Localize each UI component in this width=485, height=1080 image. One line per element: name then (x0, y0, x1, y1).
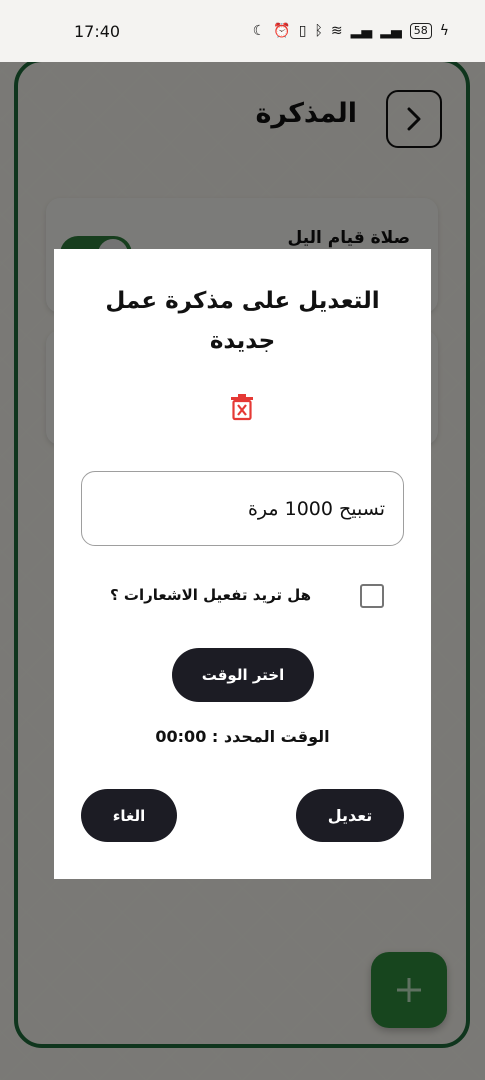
selected-time-label: الوقت المحدد : (211, 727, 330, 746)
charging-icon: ϟ (439, 23, 449, 39)
status-bar: 17:40 ☾ ⏰ ▯ ᛒ ≋ ▂▄ ▂▄ 58 ϟ (0, 0, 485, 62)
cancel-button[interactable]: الغاء (81, 789, 177, 842)
selected-time: الوقت المحدد : 00:00 (54, 727, 431, 746)
notifications-label: هل تريد تفعيل الاشعارات ؟ (110, 586, 312, 604)
wifi-icon: ≋ (330, 23, 343, 39)
vibrate-icon: ▯ (298, 23, 307, 39)
battery-icon: 58 (409, 23, 432, 39)
status-icons: ☾ ⏰ ▯ ᛒ ≋ ▂▄ ▂▄ 58 ϟ (253, 23, 449, 39)
edit-reminder-dialog: التعديل على مذكرة عمل جديدة هل تريد تفعي… (54, 249, 431, 879)
delete-icon[interactable] (230, 393, 254, 421)
note-text-field[interactable] (81, 471, 404, 546)
signal-icon-2: ▂▄ (380, 23, 402, 39)
notifications-row: هل تريد تفعيل الاشعارات ؟ (94, 581, 391, 611)
signal-icon: ▂▄ (350, 23, 373, 39)
notifications-checkbox[interactable] (360, 584, 384, 608)
status-time: 17:40 (74, 21, 121, 41)
edit-button[interactable]: تعديل (296, 789, 404, 842)
bluetooth-icon: ᛒ (314, 23, 323, 39)
selected-time-value: 00:00 (155, 727, 207, 746)
dialog-title: التعديل على مذكرة عمل جديدة (105, 288, 380, 354)
alarm-icon: ⏰ (273, 23, 291, 39)
pick-time-button[interactable]: اختر الوقت (172, 648, 314, 702)
moon-icon: ☾ (252, 23, 266, 39)
